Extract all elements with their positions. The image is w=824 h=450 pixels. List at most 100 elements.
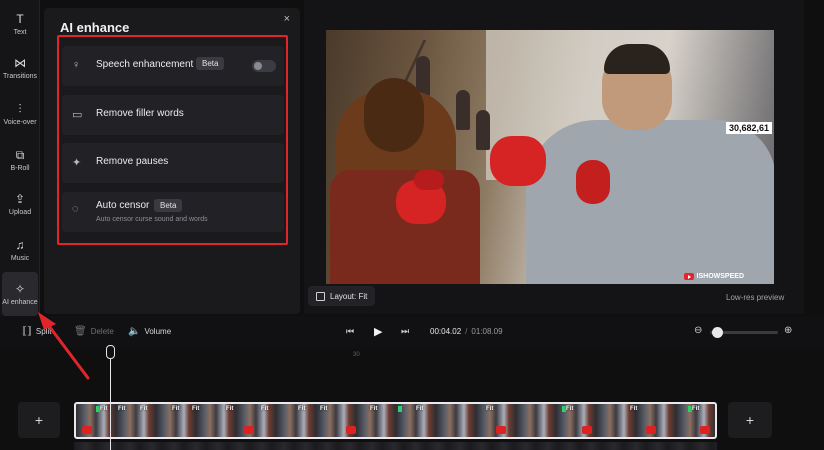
time-display: 00:04.02/01:08.09 — [430, 327, 503, 336]
layout-icon — [316, 291, 325, 301]
video-boxer-right-hair — [604, 44, 670, 74]
delete-button[interactable]: 🗑 Delete — [74, 326, 114, 337]
zoom-slider-handle[interactable] — [712, 327, 723, 338]
clip-fragment-label: Fit — [100, 406, 108, 412]
playback-control-bar: ⟦⟧ Split 🗑 Delete 🔈 Volume ⏮ ▶ ⏭ 00:04.0… — [0, 316, 824, 348]
split-button[interactable]: ⟦⟧ Split — [22, 326, 51, 337]
skip-back-icon[interactable]: ⏮ — [346, 326, 354, 337]
waveform-icon: ⫶ — [18, 102, 22, 116]
video-boxer-left-head — [364, 78, 424, 152]
rail-item-music[interactable]: ♫ Music — [0, 228, 40, 272]
sparkle-icon: ✧ — [14, 282, 26, 296]
clip-fragment-label: Fit — [630, 406, 638, 412]
zoom-in-icon[interactable]: ⊕ — [784, 325, 792, 336]
time-separator: / — [465, 327, 468, 336]
video-glove — [490, 136, 546, 186]
add-clip-left-button[interactable]: + — [18, 402, 60, 438]
clip-fragment-label: Fit — [692, 406, 700, 412]
clip-fragment-label: Fit — [566, 406, 574, 412]
beta-badge: Beta — [154, 199, 183, 212]
rail-item-text[interactable]: T Text — [0, 2, 40, 46]
split-label: Split — [35, 327, 52, 336]
video-watermark: ISHOWSPEED — [683, 273, 744, 280]
censor-icon: ◌ — [72, 203, 79, 215]
video-clip-track[interactable]: Fit Fit Fit Fit Fit Fit Fit Fit Fit Fit … — [74, 402, 717, 439]
video-preview[interactable]: 30,682,61 ISHOWSPEED — [326, 30, 774, 284]
clip-fragment-label: Fit — [298, 406, 306, 412]
audio-track-preview — [74, 442, 717, 450]
zoom-out-icon[interactable]: ⊖ — [694, 325, 702, 336]
option-label: Remove filler words — [96, 108, 184, 119]
text-icon: T — [16, 12, 24, 26]
clip-thumbnail-glove — [700, 426, 710, 434]
watermark-text: ISHOWSPEED — [696, 273, 744, 280]
magic-wand-icon: ✦ — [72, 157, 82, 169]
clip-thumbnail-glove — [496, 426, 506, 434]
rail-item-transitions[interactable]: ⋈ Transitions — [0, 46, 40, 90]
clip-thumbnail-glove — [646, 426, 656, 434]
clip-fragment-label: Fit — [192, 406, 200, 412]
option-speech-enhancement[interactable]: ♀ Speech enhancement Beta — [62, 46, 284, 86]
clip-fragment-label: Fit — [140, 406, 148, 412]
rail-item-label: AI enhance — [2, 299, 38, 306]
current-time: 00:04.02 — [430, 327, 462, 336]
playhead-handle[interactable] — [106, 345, 115, 359]
clip-fragment-label: Fit — [226, 406, 234, 412]
clip-fragment-label: Fit — [370, 406, 378, 412]
rail-item-upload[interactable]: ⇪ Upload — [0, 182, 40, 226]
rail-item-label: Transitions — [3, 73, 37, 80]
music-icon: ♫ — [15, 238, 25, 252]
play-icon[interactable]: ▶ — [374, 325, 382, 338]
clip-thumbnail-glove — [346, 426, 356, 434]
video-glove — [576, 160, 610, 204]
option-remove-pauses[interactable]: ✦ Remove pauses — [62, 143, 284, 183]
transitions-icon: ⋈ — [14, 56, 26, 70]
clip-fragment-label: Fit — [320, 406, 328, 412]
layout-label: Layout: Fit — [330, 291, 368, 301]
rail-item-label: Upload — [8, 209, 32, 216]
video-crowd-person — [476, 110, 490, 150]
clip-marker — [398, 406, 402, 412]
view-counter-overlay: 30,682,61 — [725, 122, 772, 134]
clip-fragment-label: Fit — [486, 406, 494, 412]
rail-item-ai-enhance[interactable]: ✧ AI enhance — [2, 272, 38, 316]
option-remove-filler-words[interactable]: ▭ Remove filler words — [62, 95, 284, 135]
option-auto-censor[interactable]: ◌ Auto censor Beta Auto censor curse sou… — [62, 192, 284, 232]
rail-item-b-roll[interactable]: ⧉ B-Roll — [0, 138, 40, 182]
video-glove-cuff — [414, 170, 444, 190]
add-clip-right-button[interactable]: + — [728, 402, 772, 438]
low-res-preview-label: Low-res preview — [726, 293, 785, 302]
rail-item-label: Voice-over — [3, 119, 37, 126]
rail-item-label: B-Roll — [10, 165, 30, 172]
delete-label: Delete — [90, 327, 114, 336]
clip-fragment-label: Fit — [172, 406, 180, 412]
clip-fragment-label: Fit — [416, 406, 424, 412]
close-icon[interactable]: × — [284, 13, 290, 25]
playhead-line — [110, 350, 111, 450]
clip-thumbnail-glove — [244, 426, 254, 434]
speech-enhancement-toggle[interactable] — [252, 60, 276, 72]
clip-thumbnail-glove — [82, 426, 92, 434]
youtube-icon — [683, 273, 694, 280]
skip-forward-icon[interactable]: ⏭ — [401, 326, 409, 337]
panel-title: AI enhance — [60, 20, 130, 35]
video-boxer-right-hoodie — [526, 120, 774, 284]
split-icon: ⟦⟧ — [22, 326, 32, 337]
b-roll-icon: ⧉ — [15, 148, 25, 162]
trash-icon: 🗑 — [74, 326, 87, 337]
option-label: Speech enhancement — [96, 59, 194, 70]
option-label: Remove pauses — [96, 156, 169, 167]
layout-fit-button[interactable]: Layout: Fit — [308, 286, 376, 306]
microphone-icon: ♀ — [72, 59, 81, 71]
left-rail: T Text ⋈ Transitions ⫶ Voice-over ⧉ B-Ro… — [0, 0, 40, 316]
option-description: Auto censor curse sound and words — [96, 216, 208, 223]
rail-item-label: Music — [10, 255, 30, 262]
video-crowd-person — [456, 90, 470, 130]
volume-button[interactable]: 🔈 Volume — [128, 326, 171, 337]
ruler-tick: 30 — [353, 352, 360, 358]
rail-item-label: Text — [13, 29, 27, 36]
rail-item-voice-over[interactable]: ⫶ Voice-over — [0, 92, 40, 136]
clip-fragment-label: Fit — [261, 406, 269, 412]
upload-icon: ⇪ — [14, 192, 26, 206]
clip-thumbnail-glove — [582, 426, 592, 434]
